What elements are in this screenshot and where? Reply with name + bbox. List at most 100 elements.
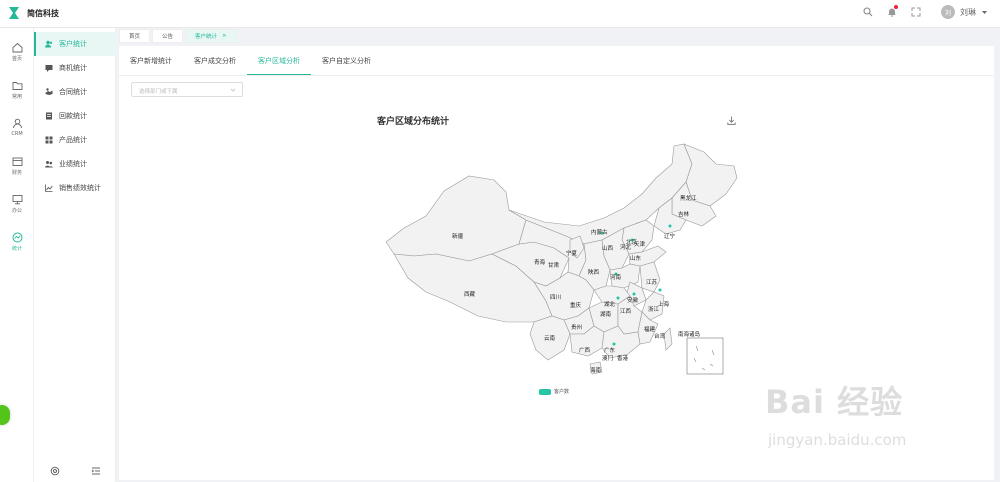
page-tabs: 首页 公告 客户统计 × [119,29,237,43]
map-label: 江西 [620,308,632,315]
map-label: 湖北 [604,300,616,308]
folder-icon [12,82,22,90]
region-xinjiang[interactable] [385,175,527,262]
menu-label: 商机统计 [59,64,87,72]
menu-item-sales-kpi-stats[interactable]: 销售绩效统计 [34,176,116,200]
rail-label: 常用 [11,94,22,100]
subtab-new-customers[interactable]: 客户新增统计 [119,56,183,75]
rail-item-common[interactable]: 常用 [0,80,34,100]
collapse-menu-icon[interactable] [91,466,101,476]
user-icon [12,118,22,129]
download-icon[interactable] [727,116,736,125]
stats-icon [12,232,22,243]
rail-label: CRM [11,131,23,137]
app-name: 简信科技 [27,8,59,18]
chat-icon [45,65,53,72]
tab-customer-stats[interactable]: 客户统计 × [185,29,237,43]
handshake-icon [45,88,53,95]
map-label: 山东 [630,254,642,262]
marker-liaoning[interactable] [668,224,672,228]
wallet-icon [12,157,22,166]
marker-shanghai[interactable] [658,288,662,292]
legend-swatch [539,388,551,395]
menu-label: 客户统计 [59,40,87,48]
menu-item-contract-stats[interactable]: 合同统计 [34,80,116,104]
chart-title: 客户区域分布统计 [377,117,450,127]
receipt-icon [46,112,52,120]
menu-item-payment-stats[interactable]: 回款统计 [34,104,116,128]
menu-item-performance-stats[interactable]: 业绩统计 [34,152,116,176]
map-label: 河南 [610,273,622,281]
logo[interactable]: 简信科技 [8,6,59,20]
map-label: 甘肃 [548,261,560,269]
map-label: 台湾 [654,332,666,340]
menu-label: 合同统计 [59,88,87,96]
user-name: 刘琳 [960,7,976,17]
tab-label: 公告 [162,34,174,40]
map-label: 福建 [644,325,656,333]
map-label: 贵州 [571,323,582,331]
map-label: 陕西 [588,268,600,276]
menu-label: 回款统计 [59,112,87,120]
subtab-deal-analysis[interactable]: 客户成交分析 [183,56,247,75]
south-china-sea-inset [686,337,724,375]
region-taiwan[interactable] [663,327,673,351]
tab-home[interactable]: 首页 [119,29,151,43]
rail-label: 办公 [11,208,22,214]
menu-label: 业绩统计 [59,160,87,168]
chevron-down-icon [230,88,236,92]
marker-anhui[interactable] [632,292,636,296]
stats-menu: 客户统计 商机统计 合同统计 回款统计 产品统计 业绩统计 销售绩效统计 [34,28,116,482]
china-map: 新疆 西藏 青海 甘肃 宁夏 内蒙古 黑龙江 吉林 辽宁 河北 北京 天津 山西… [385,143,738,375]
rail-item-home[interactable]: 首页 [0,42,34,62]
rail-item-statistics[interactable]: 统计 [0,232,34,252]
grid-icon [45,136,53,144]
team-icon [45,161,53,168]
map-label: 上海 [658,300,670,308]
tab-label: 客户统计 [195,34,218,40]
map-label: 澳门 [602,354,613,362]
monitor-icon [12,195,22,205]
user-menu[interactable]: 刘 刘琳 [941,5,988,19]
notification-dot [894,5,898,9]
menu-label: 产品统计 [59,136,87,144]
map-label: 广东 [604,346,616,354]
top-bar: 简信科技 刘 刘琳 [0,0,1000,28]
map-label: 内蒙古 [591,228,608,236]
department-select[interactable]: 选择部门或下属 [131,82,243,97]
watermark-logo: Bai 经验 [765,383,904,421]
region-jiangsu[interactable] [639,261,661,293]
map-label: 四川 [550,294,561,301]
users-icon [45,40,53,48]
subtab-region-analysis[interactable]: 客户区域分析 [247,56,311,75]
map-legend[interactable]: 客户数 [539,388,569,395]
rail-item-finance[interactable]: 财务 [0,156,34,176]
map-label: 江苏 [646,278,658,286]
map-label: 云南 [544,334,556,342]
bell-icon[interactable] [885,5,899,19]
settings-icon[interactable] [50,466,60,476]
marker-guangdong[interactable] [612,342,616,346]
menu-item-product-stats[interactable]: 产品统计 [34,128,116,152]
map-label: 安徽 [627,296,639,304]
menu-label: 销售绩效统计 [59,184,101,192]
watermark: Bai 经验 jingyan.baidu.com [765,377,945,459]
select-placeholder: 选择部门或下属 [139,89,178,95]
map-label: 宁夏 [566,249,578,257]
rail-item-office[interactable]: 办公 [0,194,34,214]
map-label: 香港 [617,354,629,362]
legend-label: 客户数 [554,389,570,395]
menu-item-customer-stats[interactable]: 客户统计 [34,32,116,56]
menu-item-opportunity-stats[interactable]: 商机统计 [34,56,116,80]
logo-icon [9,7,19,19]
search-icon[interactable] [861,5,875,19]
marker-hubei[interactable] [616,296,620,300]
rail-item-crm[interactable]: CRM [0,118,34,137]
home-icon [12,42,22,53]
map-label: 广西 [579,346,591,354]
fullscreen-icon[interactable] [909,5,923,19]
map-label: 山西 [602,244,614,252]
tab-announcement[interactable]: 公告 [152,29,184,43]
subtab-custom-analysis[interactable]: 客户自定义分析 [311,56,382,75]
close-icon[interactable]: × [222,33,227,39]
